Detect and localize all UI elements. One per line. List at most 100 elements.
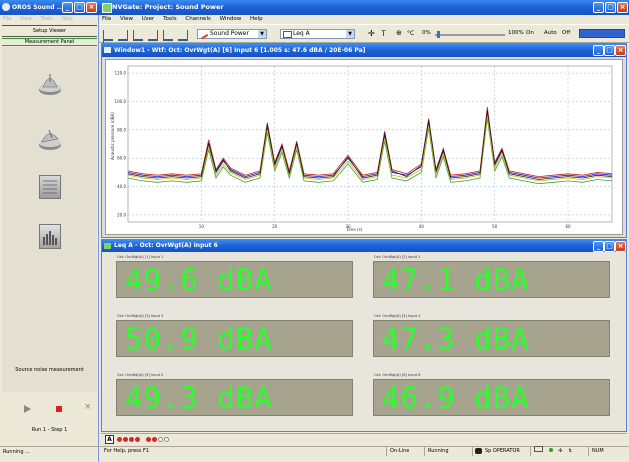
leq-window-titlebar[interactable]: Leq A - Oct: OvrWgt(A) Input 6 _ □ × [102, 240, 626, 252]
spectrum-report-icon[interactable] [39, 224, 61, 249]
menu-tools[interactable]: Tools [40, 16, 52, 22]
series-line-5 [127, 109, 613, 180]
off-label[interactable]: Off [562, 30, 570, 36]
status-dot[interactable] [135, 437, 140, 442]
network-icon: ✣ [558, 448, 563, 454]
slider-thumb[interactable] [437, 31, 440, 38]
tab-a[interactable]: A [105, 435, 114, 444]
minimize-icon[interactable]: _ [62, 2, 73, 13]
left-status-text: Running ... [3, 449, 30, 455]
main-window-title: NVGate: Project: Sound Power [112, 3, 224, 11]
auto-label[interactable]: Auto [544, 30, 557, 36]
x-tick-label: 60 [565, 224, 571, 229]
menu-help[interactable]: Help [61, 16, 72, 22]
main-maximize-icon[interactable]: □ [605, 2, 616, 13]
nav-icon[interactable] [103, 30, 113, 41]
menu-view[interactable]: View [20, 16, 32, 22]
meter-label: Oct: OvrWgt(A) [1] Input 1 [117, 255, 164, 259]
setup-viewer-label: Setup Viewer [32, 28, 67, 34]
report-sheet-icon[interactable] [39, 175, 61, 199]
nav-icon[interactable] [147, 30, 158, 41]
close-icon[interactable]: × [86, 2, 97, 13]
meter-label: Oct: OvrWgt(A) [2] Input 2 [374, 255, 421, 259]
chart-plot[interactable]: 120.0100.080.060.040.020.010 20 30 40 50 60 A… [106, 60, 622, 234]
status-dot[interactable] [146, 437, 151, 442]
measurement-panel [2, 47, 97, 392]
menu-help[interactable]: Help [250, 16, 263, 22]
y-tick-label: 40.0 [117, 184, 126, 189]
status-dot[interactable] [152, 437, 157, 442]
menu-user[interactable]: User [142, 16, 155, 22]
maximize-icon[interactable]: □ [74, 2, 85, 13]
x-axis-label: Time (s) [345, 227, 363, 232]
nav-icon[interactable] [117, 30, 128, 41]
nav-icon[interactable] [177, 30, 188, 41]
graph-window-title: Window1 - Wtf: Oct: OvrWgt(A) [6] Input … [114, 47, 366, 54]
help-status-text: For Help, press F1 [104, 448, 150, 454]
microphone-icon[interactable] [38, 70, 62, 96]
plot-area-border [127, 65, 613, 223]
left-window-titlebar[interactable]: OROS Sound ... _ □ × [0, 0, 99, 15]
level-indicator [579, 29, 625, 38]
run-step-label: Run 1 - Step 1 [31, 427, 68, 433]
play-button[interactable] [24, 405, 31, 413]
window-icon [283, 31, 292, 38]
chart-grid [127, 65, 613, 223]
toolbar: Sound Power ▼ Leq A ▼ ✛ Ｔ ⊕ °C 0% 100% O… [99, 24, 629, 52]
pencil-icon [198, 29, 209, 40]
cancel-icon[interactable]: × [84, 402, 92, 412]
x-tick-label: 40 [419, 224, 425, 229]
leq-combo[interactable]: Leq A ▼ [280, 29, 355, 39]
leq-window-icon [104, 243, 111, 249]
menu-channels[interactable]: Channels [185, 16, 210, 22]
graph-window-icon [104, 47, 111, 53]
cursor-icon[interactable]: ✛ [368, 29, 375, 38]
graph-close-icon[interactable]: × [615, 45, 626, 56]
stop-button[interactable] [56, 406, 62, 412]
marker-icon[interactable]: ⊕ [396, 29, 402, 37]
project-combo[interactable]: Sound Power ▼ [197, 29, 267, 40]
main-close-icon[interactable]: × [617, 2, 628, 13]
status-dot[interactable] [117, 437, 122, 442]
measurement-panel-label: Measurement Panel [24, 39, 75, 45]
microphone-tilted-icon[interactable] [38, 125, 62, 151]
main-minimize-icon[interactable]: _ [593, 2, 604, 13]
x-tick-label: 20 [272, 224, 278, 229]
volume-slider[interactable] [435, 31, 505, 38]
status-dot[interactable] [158, 437, 163, 442]
leq-close-icon[interactable]: × [615, 241, 626, 252]
toolbar-icons [103, 30, 193, 52]
setup-viewer-header[interactable]: Setup Viewer [2, 25, 97, 37]
menu-file[interactable]: File [3, 16, 11, 22]
series-line-1 [127, 111, 613, 179]
main-menu-bar: File View User Tools Channels Window Hel… [99, 15, 629, 24]
slider-min-label: 0% [422, 30, 431, 36]
y-tick-label: 120.0 [115, 71, 127, 76]
nav-icon[interactable] [132, 30, 143, 41]
menu-view[interactable]: View [120, 16, 133, 22]
status-dot[interactable] [164, 437, 169, 442]
main-window-titlebar[interactable]: NVGate: Project: Sound Power _ □ × [99, 0, 629, 15]
graph-maximize-icon[interactable]: □ [604, 45, 615, 56]
level-meter: 47.3 dBA [373, 320, 610, 357]
on-label[interactable]: On [526, 30, 534, 36]
cursor-t-icon[interactable]: Ｔ [380, 29, 387, 39]
meter-label: Oct: OvrWgt(A) [6] Input 6 [374, 373, 421, 377]
menu-window[interactable]: Window [220, 16, 242, 22]
level-meter: 47.1 dBA [373, 261, 610, 298]
graph-minimize-icon[interactable]: _ [593, 45, 604, 56]
measurement-panel-header[interactable]: Measurement Panel [2, 38, 97, 46]
temperature-icon[interactable]: °C [407, 30, 414, 37]
source-noise-label: Source noise measurement [15, 367, 84, 373]
graph-window-titlebar[interactable]: Window1 - Wtf: Oct: OvrWgt(A) [6] Input … [102, 44, 626, 57]
status-dot[interactable] [123, 437, 128, 442]
leq-minimize-icon[interactable]: _ [593, 241, 604, 252]
leq-maximize-icon[interactable]: □ [604, 241, 615, 252]
num-lock-status: NUM [588, 446, 626, 456]
nav-icon[interactable] [162, 30, 173, 41]
leq-window: Leq A - Oct: OvrWgt(A) Input 6 _ □ × Oct… [101, 239, 627, 432]
series-line-2 [127, 107, 613, 178]
menu-tools[interactable]: Tools [163, 16, 177, 22]
status-dot[interactable] [129, 437, 134, 442]
menu-file[interactable]: File [102, 16, 111, 22]
